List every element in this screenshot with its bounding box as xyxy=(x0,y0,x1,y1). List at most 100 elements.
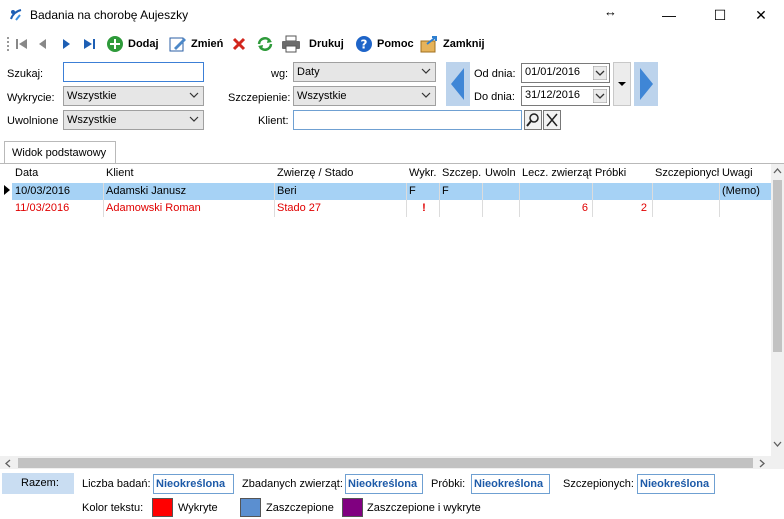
summary-footer: Razem: Liczba badań: Nieokreślona Zbadan… xyxy=(0,469,784,519)
chevron-down-icon xyxy=(189,116,199,122)
chevron-down-icon xyxy=(421,92,431,98)
close-button[interactable]: Zamknij xyxy=(419,34,485,54)
period-menu-button[interactable] xyxy=(613,62,631,106)
resize-icon: ↔ xyxy=(604,4,617,19)
detected-color-swatch xyxy=(152,498,173,517)
toolbar-grip-icon xyxy=(7,37,9,51)
column-header[interactable]: Uwagi xyxy=(722,167,770,179)
printer-icon xyxy=(282,35,300,53)
sort-by-select[interactable]: Daty xyxy=(293,62,436,82)
animals-value: Nieokreślona xyxy=(345,474,423,494)
by-label: wg: xyxy=(271,68,289,80)
scroll-down-icon[interactable] xyxy=(773,440,782,448)
both-color-swatch xyxy=(342,498,363,517)
scroll-left-icon[interactable] xyxy=(4,459,12,468)
column-header[interactable]: Data xyxy=(15,167,103,179)
add-button[interactable]: Dodaj xyxy=(106,34,159,54)
calendar-dropdown-icon xyxy=(593,66,607,80)
vertical-scroll-thumb[interactable] xyxy=(773,180,782,352)
app-icon xyxy=(10,9,22,21)
next-record-icon[interactable] xyxy=(60,37,72,51)
vertical-scrollbar[interactable] xyxy=(771,164,784,457)
legend-detected: Wykryte xyxy=(178,502,218,514)
vaccinated-value: Nieokreślona xyxy=(637,474,715,494)
window-title: Badania na chorobę Aujeszky xyxy=(30,8,189,22)
scroll-right-icon[interactable] xyxy=(758,459,766,468)
client-search-button[interactable] xyxy=(524,110,542,130)
tab-basic-view[interactable]: Widok podstawowy xyxy=(4,141,116,163)
results-grid: Data Klient Zwierzę / Stado Wykr. Szczep… xyxy=(0,163,784,470)
help-button[interactable]: ? Pomoc xyxy=(355,34,414,54)
arrow-right-icon xyxy=(640,68,653,100)
column-header[interactable]: Szczepionych xyxy=(655,167,719,179)
legend-vaccinated: Zaszczepione xyxy=(266,502,334,514)
clear-icon xyxy=(546,113,558,127)
title-bar: Badania na chorobę Aujeszky ↔ — ☐ ✕ xyxy=(0,0,784,30)
column-header[interactable]: Zwierzę / Stado xyxy=(277,167,405,179)
table-row[interactable]: 10/03/2016 Adamski Janusz Beri F F (Memo… xyxy=(12,183,772,200)
refresh-icon xyxy=(257,37,273,51)
search-label: Szukaj: xyxy=(7,68,44,80)
add-icon xyxy=(107,36,123,52)
chevron-down-icon xyxy=(189,92,199,98)
close-window-button[interactable]: ✕ xyxy=(738,0,784,30)
next-period-button[interactable] xyxy=(634,62,658,106)
last-record-icon[interactable] xyxy=(82,37,96,51)
to-date-label: Do dnia: xyxy=(474,91,515,103)
arrow-left-icon xyxy=(451,68,464,100)
vaccinated-color-swatch xyxy=(240,498,261,517)
detection-select[interactable]: Wszystkie xyxy=(63,86,204,106)
search-input[interactable] xyxy=(63,62,204,82)
samples-value: Nieokreślona xyxy=(471,474,550,494)
table-row[interactable]: 11/03/2016 Adamowski Roman Stado 27 ! 6 … xyxy=(12,200,772,217)
client-input[interactable] xyxy=(293,110,522,130)
samples-label: Próbki: xyxy=(431,478,466,490)
to-date-input[interactable]: 31/12/2016 xyxy=(521,86,610,106)
client-label: Klient: xyxy=(258,115,289,127)
client-clear-button[interactable] xyxy=(543,110,561,130)
maximize-button[interactable]: ☐ xyxy=(697,0,743,30)
column-header[interactable]: Szczep. xyxy=(442,167,482,179)
horizontal-scroll-thumb[interactable] xyxy=(18,458,753,468)
animals-label: Zbadanych zwierząt: xyxy=(242,478,343,490)
horizontal-scrollbar[interactable] xyxy=(0,456,771,470)
caret-down-icon xyxy=(618,82,626,86)
detection-label: Wykrycie: xyxy=(7,92,55,104)
column-header[interactable]: Uwoln xyxy=(485,167,519,179)
refresh-button[interactable] xyxy=(256,34,274,54)
released-select[interactable]: Wszystkie xyxy=(63,110,204,130)
previous-record-icon[interactable] xyxy=(37,37,49,51)
chevron-down-icon xyxy=(421,68,431,74)
toolbar: Dodaj Zmień Drukuj ? Pomoc Zamknij xyxy=(0,30,784,58)
column-header[interactable]: Próbki xyxy=(595,167,651,179)
vaccination-label: Szczepienie: xyxy=(228,92,291,104)
legend-both: Zaszczepione i wykryte xyxy=(367,502,481,514)
scrollbar-corner xyxy=(771,456,784,470)
exit-icon xyxy=(420,36,437,53)
delete-icon xyxy=(232,37,246,51)
column-header[interactable]: Wykr. xyxy=(409,167,439,179)
text-color-label: Kolor tekstu: xyxy=(82,502,144,514)
column-header[interactable]: Lecz. zwierząt xyxy=(522,167,592,179)
current-row-indicator-icon xyxy=(4,185,10,195)
vaccinated-label: Szczepionych: xyxy=(563,478,634,490)
magnifier-icon xyxy=(526,113,539,127)
svg-text:?: ? xyxy=(361,38,368,52)
calendar-dropdown-icon xyxy=(593,89,607,103)
edit-icon xyxy=(169,37,186,52)
from-date-label: Od dnia: xyxy=(474,68,516,80)
total-label: Razem: xyxy=(2,473,74,494)
detected-exclamation-icon: ! xyxy=(422,202,426,214)
scroll-up-icon[interactable] xyxy=(773,167,782,175)
tests-label: Liczba badań: xyxy=(82,478,151,490)
edit-button[interactable]: Zmień xyxy=(169,34,223,54)
delete-button[interactable] xyxy=(231,34,247,54)
minimize-button[interactable]: — xyxy=(646,0,692,30)
print-button[interactable]: Drukuj xyxy=(281,34,344,54)
help-icon: ? xyxy=(356,36,372,52)
column-header[interactable]: Klient xyxy=(106,167,272,179)
previous-period-button[interactable] xyxy=(446,62,470,106)
first-record-icon[interactable] xyxy=(15,37,29,51)
vaccination-select[interactable]: Wszystkie xyxy=(293,86,436,106)
from-date-input[interactable]: 01/01/2016 xyxy=(521,63,610,83)
